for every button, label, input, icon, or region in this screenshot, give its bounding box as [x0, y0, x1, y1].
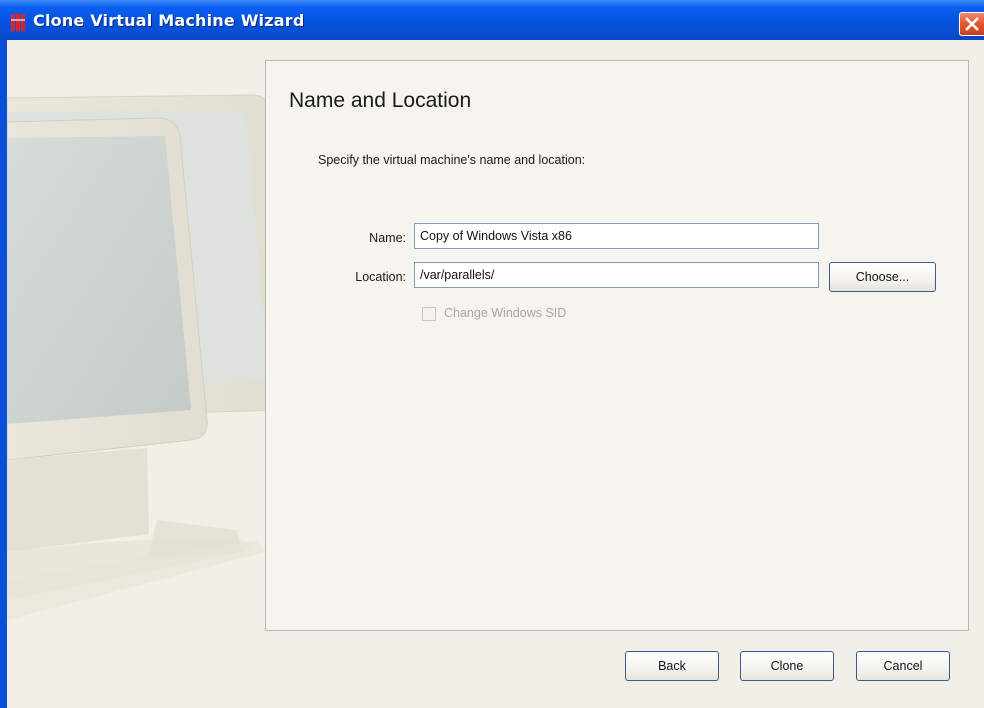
wizard-window: Clone Virtual Machine Wizard Name and Lo… [0, 0, 984, 708]
cancel-button[interactable]: Cancel [856, 651, 950, 681]
name-label: Name: [369, 231, 406, 245]
window-title: Clone Virtual Machine Wizard [33, 11, 305, 30]
location-label: Location: [355, 270, 406, 284]
change-sid-label: Change Windows SID [444, 306, 567, 320]
close-icon [965, 17, 979, 31]
page-subtitle: Specify the virtual machine's name and l… [318, 153, 586, 167]
wizard-client-area: Name and Location Specify the virtual ma… [7, 40, 984, 708]
clone-button[interactable]: Clone [740, 651, 834, 681]
location-input[interactable] [414, 262, 819, 288]
choose-button[interactable]: Choose... [829, 262, 936, 292]
back-button[interactable]: Back [625, 651, 719, 681]
name-input[interactable] [414, 223, 819, 249]
parallels-app-icon [11, 14, 25, 31]
change-sid-checkbox[interactable] [422, 307, 436, 321]
title-bar[interactable]: Clone Virtual Machine Wizard [0, 0, 984, 40]
wizard-content-panel: Name and Location Specify the virtual ma… [265, 60, 969, 631]
close-button[interactable] [959, 12, 984, 36]
page-title: Name and Location [289, 89, 472, 112]
